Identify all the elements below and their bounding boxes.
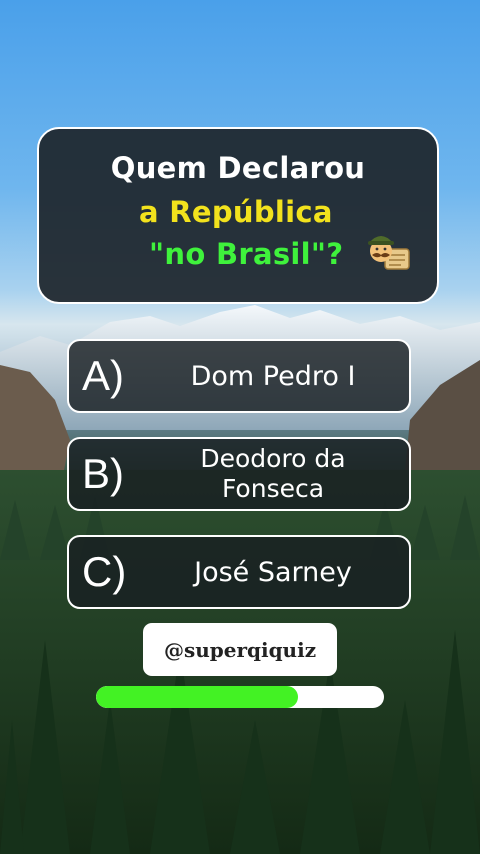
question-card: Quem Declarou a República "no Brasil"? xyxy=(37,127,439,304)
timer-progress-fill xyxy=(96,686,298,708)
answer-c-letter: C) xyxy=(82,548,127,595)
channel-handle-badge: @superqiquiz xyxy=(143,623,337,676)
timer-progress-bar xyxy=(96,686,384,708)
question-line-2: a República xyxy=(139,195,333,229)
answer-c-button[interactable]: C) José Sarney xyxy=(67,535,411,609)
answer-a-button[interactable]: A) Dom Pedro I xyxy=(67,339,411,413)
question-line-3: "no Brasil"? xyxy=(149,237,344,271)
answer-a-letter: A) xyxy=(82,352,124,399)
answer-c-text: José Sarney xyxy=(194,556,352,588)
answer-b-button[interactable]: B) Deodoro da Fonseca xyxy=(67,437,411,511)
answer-b-text: Deodoro da Fonseca xyxy=(200,444,346,503)
answer-b-letter: B) xyxy=(82,450,124,497)
answer-a-text: Dom Pedro I xyxy=(190,360,356,392)
statesman-emoji-icon xyxy=(368,236,410,270)
question-line-1: Quem Declarou xyxy=(110,151,366,185)
